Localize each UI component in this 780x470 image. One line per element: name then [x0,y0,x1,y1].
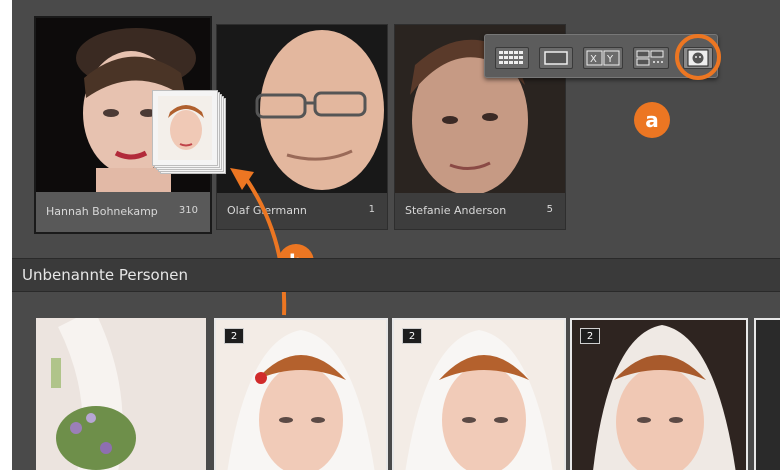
person-name: Stefanie Anderson [405,204,507,217]
svg-text:X: X [590,54,597,65]
unnamed-face-card[interactable]: 2 [570,318,748,470]
section-title: Unbenannte Personen [22,266,188,284]
stack-count-badge: 2 [580,328,600,344]
person-card-label: Stefanie Anderson 5 [395,191,565,229]
loupe-view-button[interactable] [539,47,573,69]
unnamed-people-header[interactable]: Unbenannte Personen [12,258,780,292]
drag-arrow-icon [230,168,287,316]
person-name: Hannah Bohnekamp [46,205,158,218]
unnamed-face-card[interactable]: 2 [392,318,566,470]
unnamed-face-card[interactable] [36,318,206,470]
person-photo-count: 310 [178,205,198,216]
compare-view-icon: X Y [586,50,620,66]
compare-view-button[interactable]: X Y [583,47,623,69]
people-view-highlight-ring [675,34,721,80]
unnamed-face-card-partial[interactable] [754,318,780,470]
svg-text:Y: Y [606,54,614,65]
loupe-view-icon [544,51,568,65]
person-card-label: Hannah Bohnekamp 310 [36,192,210,232]
unnamed-face-card[interactable]: 2 [214,318,388,470]
survey-view-button[interactable] [633,47,669,69]
stack-count-badge: 2 [224,328,244,344]
person-photo-count: 1 [368,204,375,215]
person-photo-count: 5 [546,204,553,215]
grid-view-button[interactable] [495,47,529,69]
bouquet-photo [36,318,206,470]
grid-view-icon [499,51,523,64]
lightroom-people-view: Hannah Bohnekamp 310 Olaf Giermann 1 Ste… [12,0,780,470]
survey-view-icon [636,50,664,66]
stack-count-badge: 2 [402,328,422,344]
callout-badge-a: a [634,102,670,138]
